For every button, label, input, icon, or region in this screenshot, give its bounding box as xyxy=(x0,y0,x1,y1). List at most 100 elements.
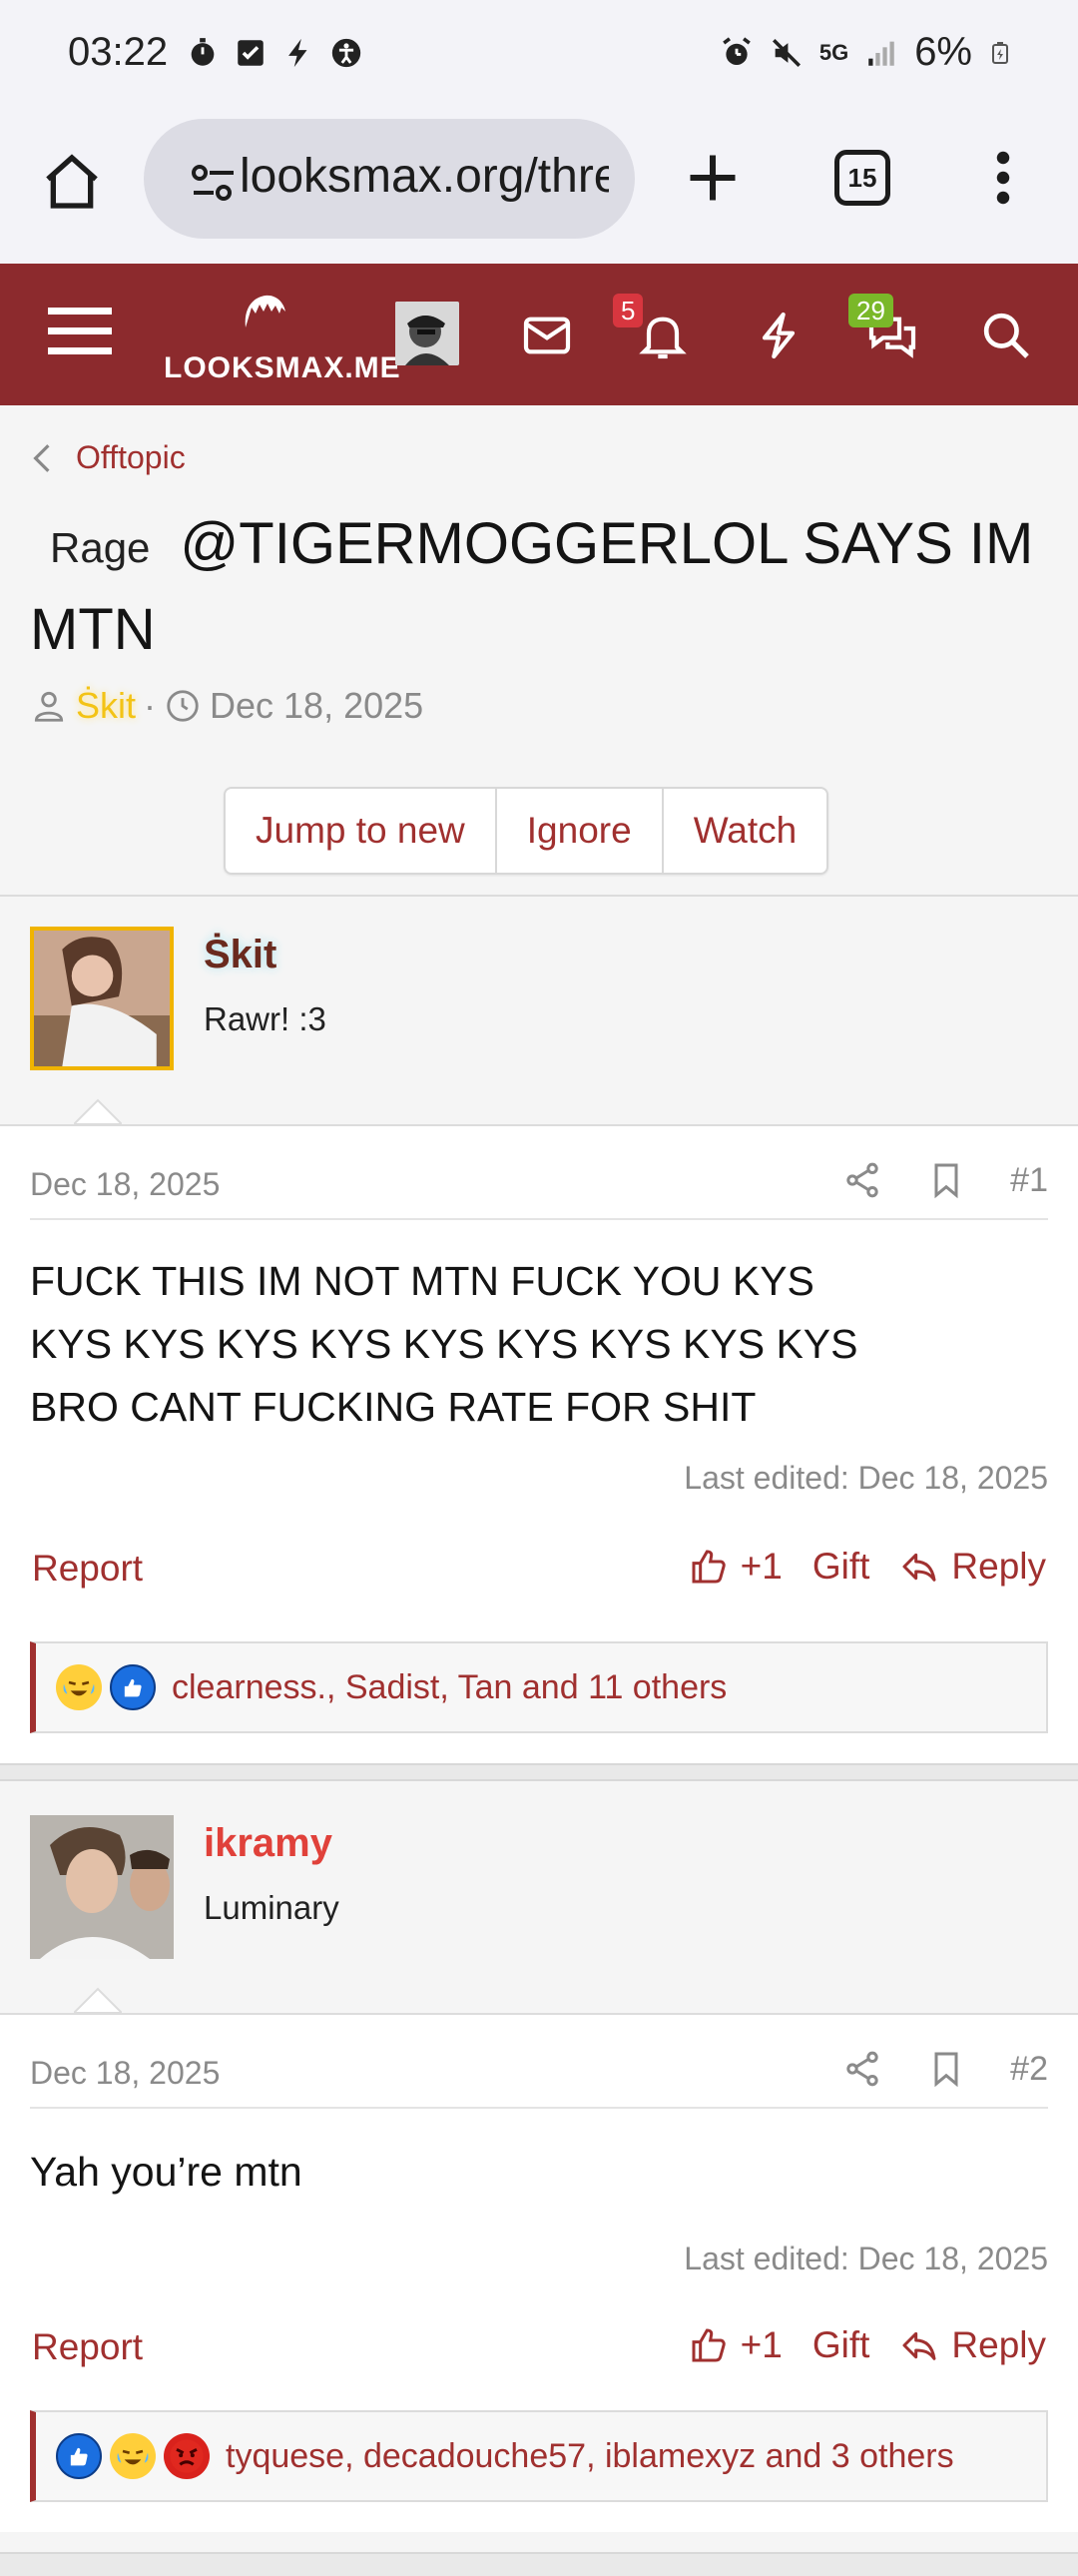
signal-icon xyxy=(868,41,894,66)
conversations-badge: 29 xyxy=(848,294,893,327)
site-logo[interactable]: LOOKSMAX.ME xyxy=(164,290,400,389)
post-1-pointer xyxy=(74,1098,122,1124)
new-tab-icon[interactable] xyxy=(683,148,743,208)
post-2-user-block: ikramy Luminary xyxy=(0,1785,1078,2013)
thread-prefix[interactable]: Rage xyxy=(50,524,150,571)
post-1-rule xyxy=(30,1218,1048,1220)
post-1-last-edited[interactable]: Last edited: Dec 18, 2025 xyxy=(684,1460,1048,1497)
post-1-like-button[interactable]: +1 xyxy=(689,1546,783,1588)
post-1-body: Dec 18, 2025 #1 FUCK THIS IM NOT MTN FUC… xyxy=(0,1124,1078,1763)
bolt-icon xyxy=(288,38,307,68)
post-2-number[interactable]: #2 xyxy=(1010,2050,1048,2089)
post-1-user-block: Ṡkit Rawr! :3 xyxy=(0,897,1078,1124)
post-2-line: Yah you’re mtn xyxy=(30,2149,302,2195)
site-header: LOOKSMAX.ME 5 29 xyxy=(0,264,1078,405)
post-1-line: FUCK THIS IM NOT MTN FUCK YOU KYS xyxy=(30,1258,814,1304)
thread-author[interactable]: Ṡkit xyxy=(76,685,136,727)
site-settings-icon[interactable] xyxy=(190,163,238,203)
jump-to-new-button[interactable]: Jump to new xyxy=(226,789,497,873)
clock-icon xyxy=(167,690,199,722)
post-2-content: Yah you’re mtn xyxy=(30,2141,1028,2204)
post-2-body: Dec 18, 2025 #2 Yah you’re mtn Last edit… xyxy=(0,2013,1078,2532)
logo-hair-icon xyxy=(245,295,285,327)
thread-title-text: @TIGERMOGGERLOL SAYS IM MTN xyxy=(30,511,1034,662)
status-time: 03:22 xyxy=(68,30,169,74)
crying-laughing-icon xyxy=(56,1664,102,1710)
notifications-badge: 5 xyxy=(613,294,644,327)
post-1-avatar[interactable] xyxy=(30,927,174,1070)
alarm-icon xyxy=(723,36,751,65)
post-1-number[interactable]: #1 xyxy=(1010,1161,1048,1200)
whats-new-icon[interactable] xyxy=(751,308,807,363)
post-2-gift-link[interactable]: Gift xyxy=(812,2324,870,2366)
post-2-date[interactable]: Dec 18, 2025 xyxy=(30,2055,220,2092)
network-type: 5G xyxy=(818,39,849,65)
post-1-reply-button[interactable]: Reply xyxy=(899,1546,1046,1588)
status-right: 5G 6% xyxy=(720,30,1012,75)
thumbs-up-icon xyxy=(56,2433,102,2479)
status-bar: 03:22 5G 6% xyxy=(0,0,1078,112)
thumbs-up-icon xyxy=(692,2328,726,2362)
more-menu-icon[interactable] xyxy=(988,148,1018,208)
post-2-like-button[interactable]: +1 xyxy=(689,2324,783,2366)
chevron-left-icon xyxy=(33,443,50,472)
post-1-report-link[interactable]: Report xyxy=(32,1548,143,1590)
thread-meta: Ṡkit · Dec 18, 2025 xyxy=(30,685,423,727)
home-icon[interactable] xyxy=(40,150,104,214)
thread-title: Rage @TIGERMOGGERLOL SAYS IM MTN xyxy=(30,503,1058,671)
post-1-reactions-text[interactable]: clearness., Sadist, Tan and 11 others xyxy=(172,1668,727,1707)
reply-icon xyxy=(902,2331,936,2360)
share-icon[interactable] xyxy=(842,2049,882,2089)
post-1-line: KYS KYS KYS KYS KYS KYS KYS KYS KYS xyxy=(30,1321,858,1367)
bell-icon[interactable] xyxy=(635,308,691,363)
breadcrumb[interactable]: Offtopic xyxy=(30,439,186,476)
post-separator xyxy=(0,1763,1078,1781)
ignore-button[interactable]: Ignore xyxy=(497,789,664,873)
checkbox-icon xyxy=(238,40,264,66)
post-1-username[interactable]: Ṡkit xyxy=(204,933,276,977)
menu-icon[interactable] xyxy=(48,304,112,359)
post-2-avatar-image xyxy=(30,1815,174,1959)
post-2-actions: +1 Gift Reply xyxy=(689,2324,1046,2366)
accessibility-icon xyxy=(331,38,361,68)
post-2-reactions-bar[interactable]: tyquese, decadouche57, iblamexyz and 3 o… xyxy=(30,2410,1048,2502)
post-1-reactions-bar[interactable]: clearness., Sadist, Tan and 11 others xyxy=(30,1641,1048,1733)
post-2-username[interactable]: ikramy xyxy=(204,1821,332,1866)
browser-toolbar: looksmax.org/threads 15 xyxy=(0,112,1078,264)
angry-face-icon xyxy=(164,2433,210,2479)
bookmark-icon[interactable] xyxy=(926,2049,966,2089)
tab-switcher-button[interactable]: 15 xyxy=(834,150,890,206)
post-2-report-link[interactable]: Report xyxy=(32,2326,143,2368)
post-2-top-actions: #2 xyxy=(842,2049,1048,2089)
url-text: looksmax.org/threads xyxy=(240,150,609,203)
post-2-last-edited[interactable]: Last edited: Dec 18, 2025 xyxy=(684,2241,1048,2277)
thread-button-group: Jump to new Ignore Watch xyxy=(224,787,829,875)
crying-laughing-icon xyxy=(110,2433,156,2479)
thread-date[interactable]: Dec 18, 2025 xyxy=(210,685,423,727)
account-avatar[interactable] xyxy=(395,302,459,365)
post-1-avatar-image xyxy=(34,931,170,1066)
thumbs-up-icon xyxy=(110,1664,156,1710)
post-2-like-count: +1 xyxy=(740,2324,783,2365)
logo-text: LOOKSMAX.ME xyxy=(164,351,401,384)
post-2-reactions-text[interactable]: tyquese, decadouche57, iblamexyz and 3 o… xyxy=(226,2437,954,2476)
watch-button[interactable]: Watch xyxy=(664,789,826,873)
search-icon[interactable] xyxy=(978,308,1034,363)
post-1-top-actions: #1 xyxy=(842,1160,1048,1200)
inbox-icon[interactable] xyxy=(519,308,575,363)
bookmark-icon[interactable] xyxy=(926,1160,966,1200)
address-bar[interactable]: looksmax.org/threads xyxy=(144,119,635,239)
post-1-user-title: Rawr! :3 xyxy=(204,1000,326,1037)
post-1-actions: +1 Gift Reply xyxy=(689,1546,1046,1588)
mute-icon xyxy=(772,38,801,67)
status-left-icons xyxy=(186,36,363,70)
battery-percent: 6% xyxy=(914,30,972,74)
post-2-avatar[interactable] xyxy=(30,1815,174,1959)
post-1-date[interactable]: Dec 18, 2025 xyxy=(30,1166,220,1203)
share-icon[interactable] xyxy=(842,1160,882,1200)
post-1-gift-link[interactable]: Gift xyxy=(812,1546,870,1588)
post-2-reply-button[interactable]: Reply xyxy=(899,2324,1046,2366)
breadcrumb-label[interactable]: Offtopic xyxy=(76,439,186,476)
page-bottom-band xyxy=(0,2552,1078,2576)
thumbs-up-icon xyxy=(692,1550,726,1584)
